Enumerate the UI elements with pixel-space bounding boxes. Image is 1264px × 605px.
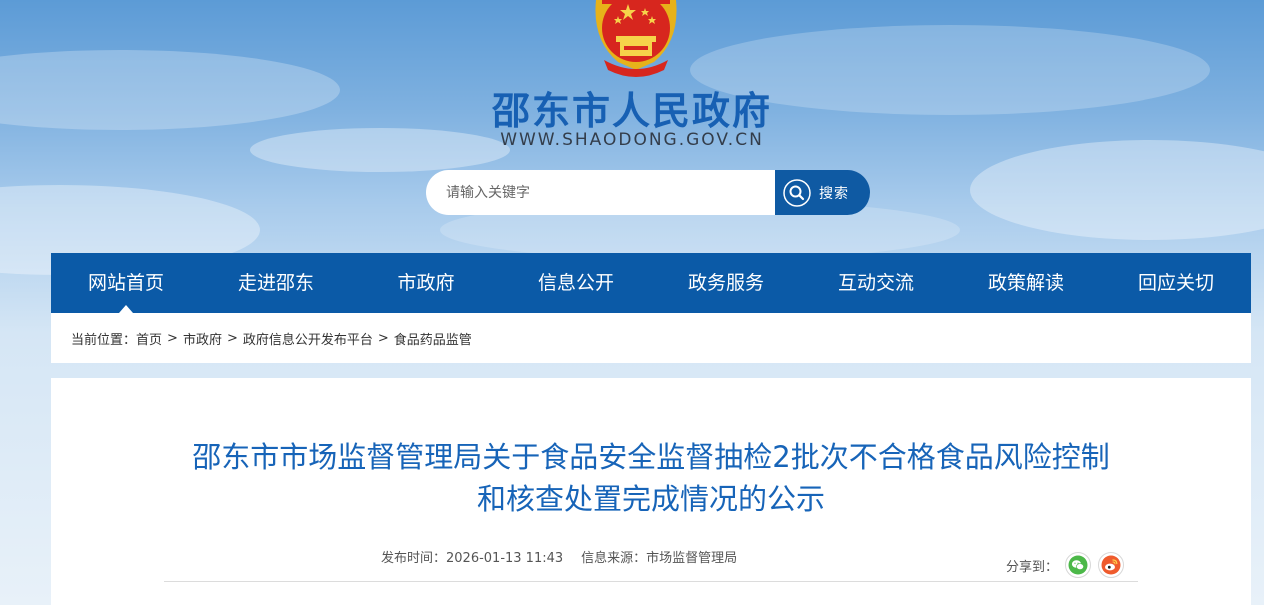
breadcrumb: 当前位置： 首页 > 市政府 > 政府信息公开发布平台 > 食品药品监管 (51, 313, 1251, 363)
breadcrumb-food-drug[interactable]: 食品药品监管 (394, 329, 472, 348)
breadcrumb-separator: > (226, 330, 238, 346)
article-panel: 邵东市市场监督管理局关于食品安全监督抽检2批次不合格食品风险控制 和核查处置完成… (51, 378, 1251, 605)
weibo-share-button[interactable] (1098, 552, 1125, 578)
nav-item-home[interactable]: 网站首页 (51, 253, 201, 313)
search-bar: 搜索 (426, 170, 870, 215)
nav-item-about-shaodong[interactable]: 走进邵东 (201, 253, 351, 313)
search-button[interactable]: 搜索 (775, 170, 870, 215)
nav-item-policy-interpretation[interactable]: 政策解读 (951, 253, 1101, 313)
breadcrumb-government[interactable]: 市政府 (183, 329, 222, 348)
nav-item-responses[interactable]: 回应关切 (1101, 253, 1251, 313)
breadcrumb-home[interactable]: 首页 (136, 329, 162, 348)
meta-divider (164, 581, 1138, 582)
publish-time: 发布时间：2026-01-13 11:43 (381, 551, 564, 566)
nav-item-interaction[interactable]: 互动交流 (801, 253, 951, 313)
breadcrumb-separator: > (377, 330, 389, 346)
article-title-line2: 和核查处置完成情况的公示 (476, 482, 825, 516)
share-label: 分享到： (1006, 559, 1059, 575)
search-button-label: 搜索 (819, 185, 849, 202)
site-header: 邵东市人民政府 WWW.SHAODONG.GOV.CN 搜索 (0, 0, 1264, 250)
nav-item-gov-services[interactable]: 政务服务 (651, 253, 801, 313)
breadcrumb-disclosure-platform[interactable]: 政府信息公开发布平台 (243, 329, 373, 348)
wechat-share-button[interactable] (1065, 552, 1092, 578)
article-title-line1: 邵东市市场监督管理局关于食品安全监督抽检2批次不合格食品风险控制 (192, 440, 1110, 474)
share-bar: 分享到： (1006, 552, 1125, 578)
search-input[interactable] (426, 170, 776, 215)
weibo-icon (1101, 555, 1121, 575)
breadcrumb-prefix: 当前位置： (71, 332, 137, 348)
wechat-icon (1068, 555, 1088, 575)
site-url: WWW.SHAODONG.GOV.CN (500, 130, 764, 150)
info-source: 信息来源：市场监督管理局 (581, 551, 738, 566)
article-title: 邵东市市场监督管理局关于食品安全监督抽检2批次不合格食品风险控制 和核查处置完成… (151, 436, 1151, 520)
article-meta: 发布时间：2026-01-13 11:43 信息来源：市场监督管理局 (381, 547, 737, 566)
breadcrumb-separator: > (167, 330, 178, 346)
site-title: 邵东市人民政府 (491, 89, 772, 133)
nav-item-info-disclosure[interactable]: 信息公开 (501, 253, 651, 313)
nav-item-government[interactable]: 市政府 (351, 253, 501, 313)
main-nav: 网站首页 走进邵东 市政府 信息公开 政务服务 互动交流 政策解读 回应关切 (51, 253, 1251, 313)
national-emblem-icon (595, 0, 677, 77)
search-icon (783, 178, 811, 207)
